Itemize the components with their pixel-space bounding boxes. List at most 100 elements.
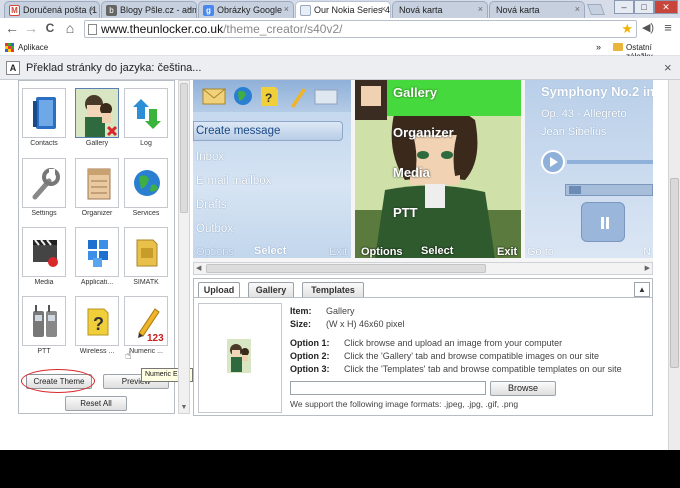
scroll-left-icon[interactable]: ◀ bbox=[196, 264, 201, 272]
browse-button[interactable]: Browse bbox=[490, 381, 556, 396]
element-thumbnail bbox=[124, 158, 168, 208]
option-text: Click the 'Gallery' tab and browse compa… bbox=[344, 351, 600, 361]
menu-button[interactable]: ≡ bbox=[660, 20, 676, 36]
element-thumbnail bbox=[124, 227, 168, 277]
scroll-thumb[interactable] bbox=[206, 264, 486, 273]
numeric-entry-icon: 123 bbox=[138, 308, 164, 344]
element-thumbnail: 123 bbox=[124, 296, 168, 346]
applications-icon bbox=[88, 240, 108, 267]
element-ptt[interactable]: PTT bbox=[22, 296, 66, 361]
scroll-right-icon[interactable]: ▶ bbox=[645, 264, 650, 272]
element-contacts[interactable]: Contacts bbox=[22, 88, 66, 153]
element-label: SIMATK bbox=[133, 279, 159, 286]
menu-item: Gallery bbox=[393, 85, 438, 100]
apps-link[interactable]: Aplikace bbox=[18, 43, 48, 52]
reset-all-button[interactable]: Reset All bbox=[65, 396, 127, 411]
restore-button[interactable]: □ bbox=[634, 0, 654, 14]
scroll-thumb[interactable] bbox=[670, 178, 679, 368]
file-path-input[interactable] bbox=[290, 381, 486, 395]
translate-message[interactable]: Překlad stránky do jazyka: čeština... bbox=[26, 56, 201, 80]
globe-icon bbox=[134, 170, 160, 196]
collapse-button[interactable]: ▲ bbox=[634, 282, 650, 297]
element-label: Contacts bbox=[30, 140, 58, 147]
url-host: www.theunlocker.co.uk bbox=[101, 22, 224, 36]
element-label: Settings bbox=[31, 210, 57, 217]
close-icon[interactable]: × bbox=[478, 4, 483, 14]
back-button[interactable]: ← bbox=[4, 20, 20, 36]
close-icon[interactable]: × bbox=[284, 4, 289, 14]
tab-google-images[interactable]: g Obrázky Google × bbox=[198, 1, 294, 18]
close-icon[interactable]: × bbox=[187, 4, 192, 14]
element-settings[interactable]: Settings bbox=[22, 158, 66, 223]
cursor-icon: ☝ bbox=[125, 350, 132, 362]
tab-blogy[interactable]: b Blogy Pšle.cz - adm × bbox=[101, 1, 197, 18]
element-thumbnail bbox=[124, 88, 168, 138]
tab-gmail[interactable]: M Doručená pošta (1 × bbox=[4, 1, 100, 18]
pause-icon bbox=[601, 217, 609, 229]
scroll-down-icon[interactable]: ▼ bbox=[179, 404, 189, 411]
option-label: Option 3: bbox=[290, 364, 330, 374]
element-label: Gallery bbox=[85, 140, 109, 147]
menu-item: Media bbox=[393, 165, 430, 180]
tab-label: Blogy Pšle.cz - adm bbox=[120, 5, 197, 15]
new-tab-button[interactable] bbox=[586, 4, 606, 15]
current-image-box bbox=[198, 303, 282, 413]
element-label: PTT bbox=[37, 348, 51, 355]
tab-strip: M Doručená pošta (1 × b Blogy Pšle.cz - … bbox=[0, 0, 680, 18]
preview-scrollbar[interactable]: ◀ ▶ bbox=[193, 262, 653, 275]
panel-scrollbar[interactable]: ▼ bbox=[178, 80, 190, 414]
log-icon bbox=[133, 99, 161, 129]
extension-icon[interactable]: ◀) bbox=[640, 20, 656, 36]
element-wireless[interactable]: ? Wireless ... bbox=[75, 296, 119, 361]
contacts-icon bbox=[33, 97, 56, 129]
page-scrollbar[interactable] bbox=[668, 80, 680, 450]
element-label: Services bbox=[132, 210, 160, 217]
softkey-left: Options bbox=[196, 246, 234, 258]
element-log[interactable]: Log bbox=[124, 88, 168, 153]
supported-formats: We support the following image formats: … bbox=[290, 399, 519, 409]
tab-gallery[interactable]: Gallery bbox=[248, 282, 294, 297]
menu-item: E-mail mailbox bbox=[196, 175, 272, 187]
element-thumbnail bbox=[22, 296, 66, 346]
scroll-thumb[interactable] bbox=[180, 83, 188, 213]
track-progress bbox=[567, 160, 653, 164]
tab-label: Obrázky Google bbox=[217, 5, 283, 15]
option-text: Click the 'Templates' tab and browse com… bbox=[344, 364, 622, 374]
element-organizer[interactable]: Organizer bbox=[75, 158, 119, 223]
tab-templates[interactable]: Templates bbox=[302, 282, 364, 297]
sim-card-icon bbox=[136, 239, 158, 267]
element-gallery[interactable]: Gallery bbox=[75, 88, 119, 153]
tab-upload[interactable]: Upload bbox=[198, 282, 240, 298]
translate-bar: A Překlad stránky do jazyka: čeština... … bbox=[0, 56, 680, 80]
tab-new-1[interactable]: Nová karta × bbox=[392, 1, 488, 18]
tab-nokia-series[interactable]: Our Nokia Series 4 × bbox=[295, 1, 391, 18]
preview-icon-strip: ? bbox=[193, 80, 351, 112]
tab-label: Nová karta bbox=[496, 5, 540, 15]
close-icon[interactable]: × bbox=[575, 4, 580, 14]
element-applications[interactable]: Applicati... bbox=[75, 227, 119, 292]
element-media[interactable]: Media bbox=[22, 227, 66, 292]
forward-button[interactable]: → bbox=[23, 20, 39, 36]
close-icon[interactable]: × bbox=[381, 4, 386, 14]
home-button[interactable]: ⌂ bbox=[62, 20, 78, 36]
element-services[interactable]: Services bbox=[124, 158, 168, 223]
element-thumbnail bbox=[75, 227, 119, 277]
tab-label: Doručená pošta (1 bbox=[23, 5, 98, 15]
close-icon[interactable]: × bbox=[90, 4, 95, 14]
element-simatk[interactable]: SIMATK bbox=[124, 227, 168, 292]
reload-button[interactable]: C bbox=[42, 20, 58, 36]
more-bookmarks[interactable]: » bbox=[596, 42, 601, 52]
address-bar[interactable]: www.theunlocker.co.uk/theme_creator/s40v… bbox=[84, 20, 637, 38]
option-text: Click browse and upload an image from yo… bbox=[344, 338, 563, 348]
minimize-button[interactable]: – bbox=[614, 0, 634, 14]
tab-new-2[interactable]: Nová karta × bbox=[489, 1, 585, 18]
star-icon[interactable]: ★ bbox=[621, 21, 633, 37]
element-label: Organizer bbox=[81, 210, 113, 217]
close-window-button[interactable]: ✕ bbox=[654, 0, 678, 14]
softkey-right: Exit bbox=[329, 246, 348, 258]
option-label: Option 2: bbox=[290, 351, 330, 361]
page-icon bbox=[88, 24, 97, 35]
close-icon[interactable]: × bbox=[664, 56, 672, 80]
svg-text:?: ? bbox=[93, 314, 104, 334]
element-thumbnail bbox=[22, 227, 66, 277]
